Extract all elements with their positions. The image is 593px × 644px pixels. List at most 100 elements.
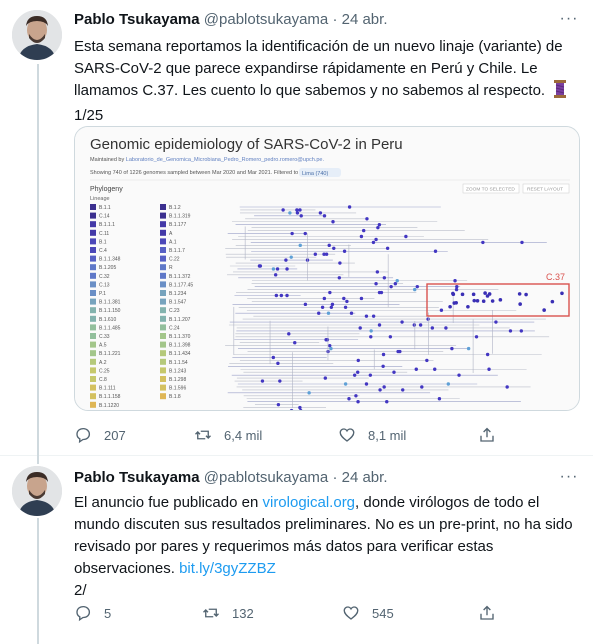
legend-label: B.1 xyxy=(99,239,107,245)
share-icon xyxy=(480,427,494,442)
tree-tip xyxy=(329,305,334,309)
tree-tip xyxy=(359,296,364,301)
tree-tip xyxy=(455,284,459,289)
legend-swatch xyxy=(160,281,166,288)
tree-tip xyxy=(352,373,357,377)
separator: · xyxy=(332,469,338,486)
tree-tip xyxy=(377,323,382,327)
legend-swatch xyxy=(160,204,166,210)
legend-swatch xyxy=(90,384,96,391)
tree-tip xyxy=(439,308,444,312)
author-handle[interactable]: @pablotsukayama xyxy=(204,11,328,28)
reply-icon xyxy=(76,605,91,622)
more-options-icon[interactable]: ··· xyxy=(559,11,579,32)
tree-tip xyxy=(382,276,387,280)
legend-label: B.1.1.158 xyxy=(99,394,121,400)
like-button[interactable]: 8,1 mil xyxy=(338,423,406,447)
tree-tip xyxy=(275,267,280,271)
bitly-link[interactable]: bit.ly/3gyZZBZ xyxy=(179,560,276,577)
tree-tip xyxy=(281,208,285,212)
retweet-button[interactable]: 132 xyxy=(202,601,254,625)
tweet-text-line: 2/ xyxy=(74,582,87,599)
legend-swatch xyxy=(160,212,166,219)
tree-tip xyxy=(354,394,358,398)
tree-tip xyxy=(290,231,294,236)
share-button[interactable] xyxy=(478,423,508,447)
retweet-icon xyxy=(195,430,211,440)
tree-tip xyxy=(338,261,342,265)
legend-swatch xyxy=(160,272,166,279)
c37-tip xyxy=(490,299,495,303)
legend-label: B.1.111 xyxy=(99,386,116,392)
avatar[interactable] xyxy=(12,10,62,60)
tree-tip xyxy=(520,240,524,245)
tree-tip xyxy=(343,305,348,309)
legend-swatch xyxy=(160,315,166,322)
c37-tip xyxy=(451,291,455,296)
tree-tip xyxy=(299,214,303,218)
reply-button[interactable]: 207 xyxy=(74,423,126,447)
legend-label: B.1.1.372 xyxy=(169,274,191,280)
tree-tip xyxy=(323,376,328,380)
legend-label: C.24 xyxy=(169,325,180,331)
avatar[interactable] xyxy=(12,466,62,516)
media-maintained: Maintained by Laboratorio_de_Genomica_Mi… xyxy=(90,157,324,163)
legend-swatch xyxy=(90,324,96,331)
share-button[interactable] xyxy=(478,601,508,625)
tweet-date[interactable]: 24 abr. xyxy=(342,11,388,28)
filter-chip-label: Lima (740) xyxy=(302,171,328,177)
tree-tip xyxy=(273,273,278,277)
legend-swatch xyxy=(90,238,96,245)
c37-tip xyxy=(452,301,457,305)
legend-swatch xyxy=(160,255,166,262)
author-name[interactable]: Pablo Tsukayama xyxy=(74,11,200,28)
legend-swatch xyxy=(90,350,96,357)
legend-swatch xyxy=(90,307,96,314)
tree-tip xyxy=(326,311,331,315)
tree-tip xyxy=(437,397,442,401)
tree-tip xyxy=(298,208,302,212)
author-name[interactable]: Pablo Tsukayama xyxy=(74,469,200,486)
like-button[interactable]: 545 xyxy=(342,601,394,625)
legend-label: B.1.596 xyxy=(169,386,186,392)
reply-count: 5 xyxy=(104,605,112,621)
retweet-count: 132 xyxy=(232,605,254,621)
legend-swatch xyxy=(90,298,96,305)
tree-tip xyxy=(368,373,373,377)
tree-tip xyxy=(285,267,289,271)
legend-label: B.1.1.398 xyxy=(169,343,191,349)
legend-label: B.1.234 xyxy=(169,291,186,297)
retweet-button[interactable]: 6,4 mil xyxy=(194,423,262,447)
legend-swatch xyxy=(160,264,166,271)
media-showing: Showing 740 of 1226 genomes sampled betw… xyxy=(90,170,298,176)
more-options-icon[interactable]: ··· xyxy=(559,469,579,490)
c37-tip xyxy=(524,292,528,297)
tweet-text-line: 1/25 xyxy=(74,107,104,124)
tree-tip xyxy=(307,391,311,395)
tweet[interactable]: Pablo Tsukayama @pablotsukayama · 24 abr… xyxy=(0,456,593,644)
tweet[interactable]: Pablo Tsukayama @pablotsukayama · 24 abr… xyxy=(0,0,593,456)
tweet-text-line: mundo discuten sus resultados preliminar… xyxy=(74,516,573,533)
tree-tip xyxy=(415,284,419,289)
legend-label: B.1.1.1 xyxy=(99,222,115,228)
c37-tip xyxy=(472,298,477,303)
tree-tip xyxy=(328,290,332,295)
legend-swatch xyxy=(90,212,96,219)
legend-label: B.1.2 xyxy=(169,205,181,211)
tree-tip xyxy=(278,379,282,383)
legend-swatch xyxy=(160,384,166,391)
c37-tip xyxy=(475,298,480,303)
author-handle[interactable]: @pablotsukayama xyxy=(204,469,328,486)
tree-tip xyxy=(356,400,360,404)
virological-link[interactable]: virological.org xyxy=(262,494,355,511)
legend-label: B.1.610 xyxy=(99,317,116,323)
reply-button[interactable]: 5 xyxy=(74,601,111,625)
tweet-media-image[interactable]: Genomic epidemiology of SARS-CoV-2 in Pe… xyxy=(74,126,580,411)
tree-tip xyxy=(303,231,307,236)
c37-tip xyxy=(483,291,487,295)
legend-label: B.1.1.434 xyxy=(169,351,191,357)
legend-swatch xyxy=(90,358,96,365)
tree-tip xyxy=(466,346,471,351)
tweet-date[interactable]: 24 abr. xyxy=(342,469,388,486)
media-title: Genomic epidemiology of SARS-CoV-2 in Pe… xyxy=(90,136,403,153)
